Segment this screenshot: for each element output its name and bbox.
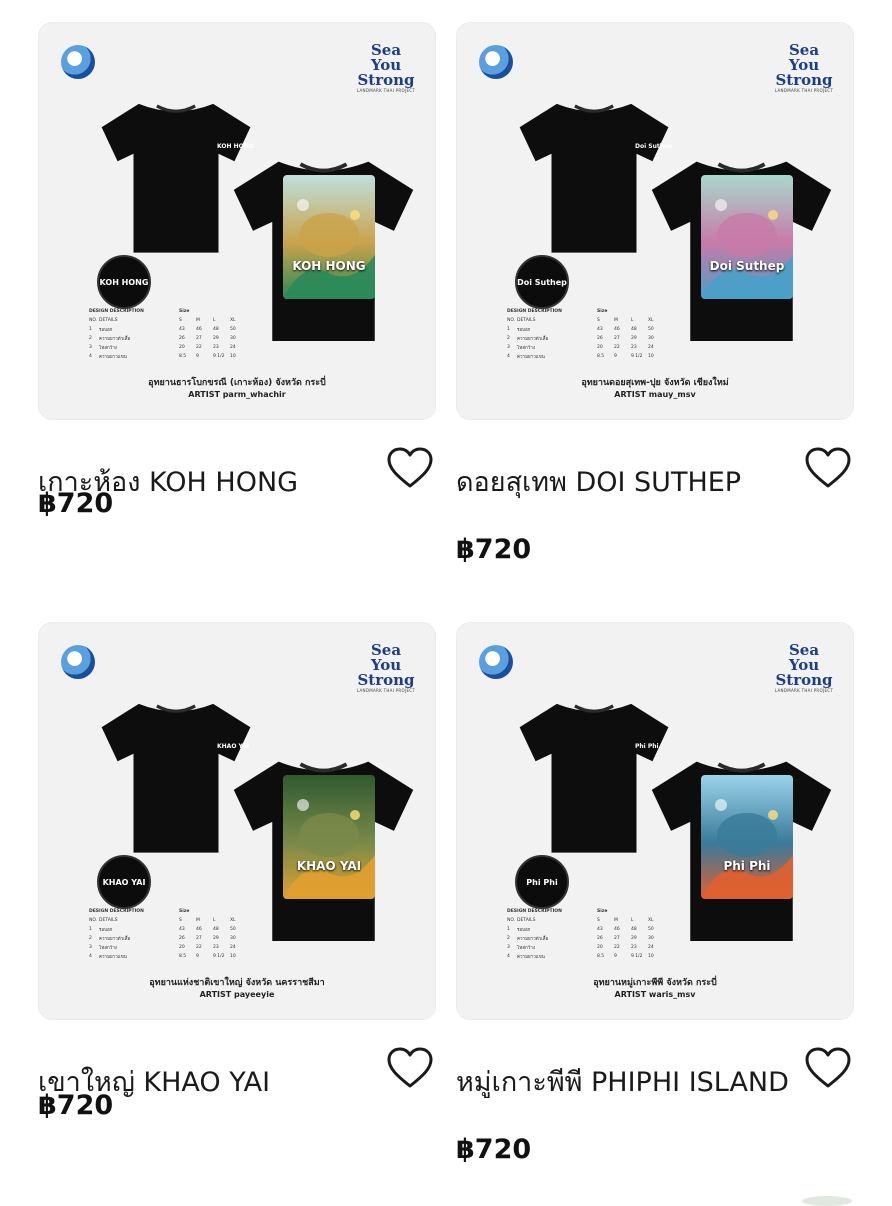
design-badge: KOH HONG [97,255,151,309]
wave-logo-icon [61,45,95,79]
brand-logo: Sea You Strong LANDMARK THAI PROJECT [356,641,416,694]
wave-logo-icon [61,645,95,679]
location-caption: อุทยานดอยสุเทพ-ปุย จังหวัด เชียงใหม่ [581,378,729,388]
product-title[interactable]: ดอยสุเทพ DOI SUTHEP [456,458,796,508]
front-chest-logo: KHAO YAI [217,743,250,750]
wave-logo-icon [479,645,513,679]
artwork-print: KHAO YAI [283,775,375,899]
artwork-print: Phi Phi [701,775,793,899]
product-image[interactable]: Sea You Strong LANDMARK THAI PROJECT KOH… [38,22,436,420]
artwork-title: KHAO YAI [296,859,362,873]
size-table: DESIGN DESCRIPTION Size NO. DETAILS S M L XL 1 รอ… [89,909,236,960]
product-card[interactable]: Sea You Strong LANDMARK THAI PROJECT KHA… [38,622,436,1098]
product-price: ฿720 [456,1134,532,1165]
design-badge: KHAO YAI [97,855,151,909]
brand-logo: Sea You Strong LANDMARK THAI PROJECT [774,41,834,94]
heart-icon[interactable] [804,446,852,490]
artist-credit: ARTIST parm_whachir [188,390,286,399]
artwork-title: Phi Phi [723,859,771,873]
location-caption: อุทยานหมู่เกาะพีพี จังหวัด กระบี่ [593,978,717,988]
brand-logo: Sea You Strong LANDMARK THAI PROJECT [774,641,834,694]
product-card[interactable]: Sea You Strong LANDMARK THAI PROJECT Phi… [456,622,854,1098]
wave-logo-icon [479,45,513,79]
product-title[interactable]: หมู่เกาะพีพี PHIPHI ISLAND [456,1058,796,1108]
artist-credit: ARTIST mauy_msv [614,390,696,399]
location-caption: อุทยานธารโบกขรณี (เกาะห้อง) จังหวัด กระบ… [148,378,326,388]
product-card[interactable]: Sea You Strong LANDMARK THAI PROJECT KOH… [38,22,436,498]
front-chest-logo: Doi Suthep [635,143,673,150]
product-image[interactable]: Sea You Strong LANDMARK THAI PROJECT Doi… [456,22,854,420]
heart-icon[interactable] [386,446,434,490]
size-table: DESIGN DESCRIPTION Size NO. DETAILS S M L XL 1 รอ… [89,309,236,360]
product-price: ฿720 [38,488,114,519]
artist-credit: ARTIST payeeyie [199,990,275,999]
brand-logo: Sea You Strong LANDMARK THAI PROJECT [356,41,416,94]
artwork-print: Doi Suthep [701,175,793,299]
heart-icon[interactable] [804,1046,852,1090]
scroll-hint [802,1196,852,1206]
artwork-print: KOH HONG [283,175,375,299]
front-chest-logo: KOH HONG [217,143,254,150]
product-card[interactable]: Sea You Strong LANDMARK THAI PROJECT Doi… [456,22,854,498]
front-chest-logo: Phi Phi [635,743,659,750]
artwork-title: Doi Suthep [709,259,785,273]
heart-icon[interactable] [386,1046,434,1090]
product-image[interactable]: Sea You Strong LANDMARK THAI PROJECT KHA… [38,622,436,1020]
product-image[interactable]: Sea You Strong LANDMARK THAI PROJECT Phi… [456,622,854,1020]
size-table: DESIGN DESCRIPTION Size NO. DETAILS S M L XL 1 รอ… [507,909,654,960]
design-badge: Phi Phi [515,855,569,909]
product-price: ฿720 [38,1090,114,1121]
location-caption: อุทยานแห่งชาติเขาใหญ่ จังหวัด นครราชสีมา [149,978,325,988]
design-badge: Doi Suthep [515,255,569,309]
size-table: DESIGN DESCRIPTION Size NO. DETAILS S M L XL 1 รอ… [507,309,654,360]
artist-credit: ARTIST waris_msv [614,990,696,999]
product-price: ฿720 [456,534,532,565]
artwork-title: KOH HONG [292,259,366,273]
